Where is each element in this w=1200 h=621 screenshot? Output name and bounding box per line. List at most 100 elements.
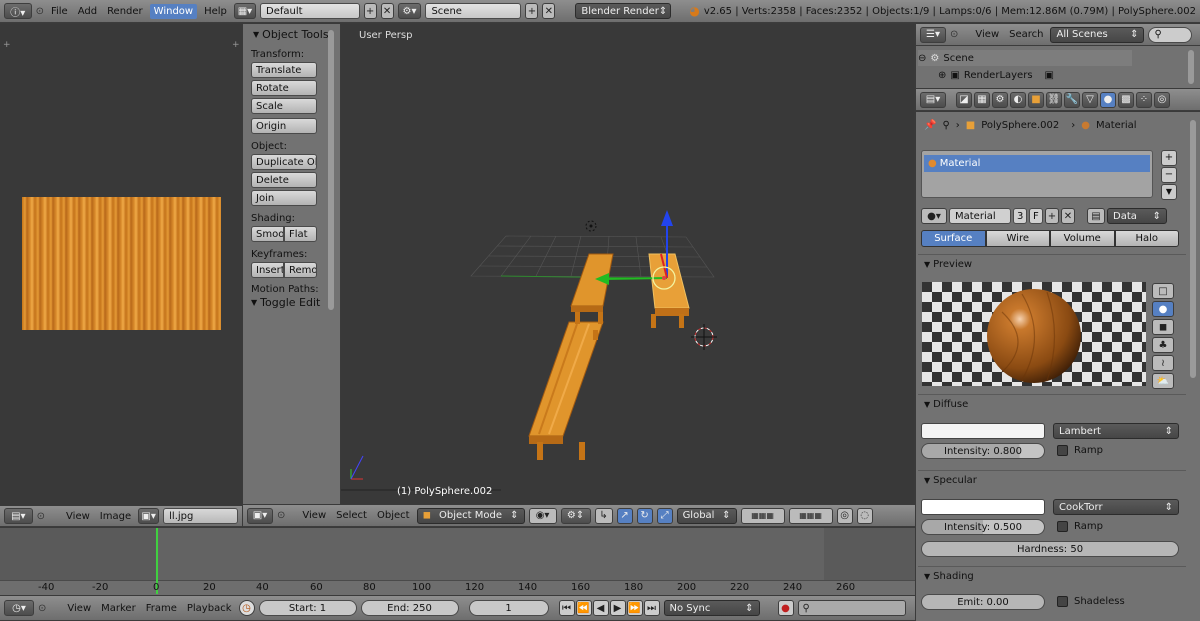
layers-grid-icon[interactable]: ▦▦▦ xyxy=(740,507,785,524)
layout-close-icon[interactable]: ✕ xyxy=(380,3,394,19)
scene-add-icon[interactable]: + xyxy=(525,3,539,19)
timeline-menu-view[interactable]: View xyxy=(64,603,94,614)
constraints-tab-icon[interactable]: ⛓ xyxy=(1046,91,1062,108)
remove-keyframe-button[interactable]: Remo xyxy=(284,262,317,278)
render-layer-icon[interactable]: ◎ xyxy=(836,507,853,524)
viewport-menu-view[interactable]: View xyxy=(299,510,329,521)
tab-volume[interactable]: Volume xyxy=(1050,230,1115,247)
breadcrumb-object[interactable]: PolySphere.002 xyxy=(981,120,1059,131)
material-users-count[interactable]: 3 xyxy=(1013,208,1027,224)
delete-button[interactable]: Delete xyxy=(251,172,317,188)
pin-icon[interactable]: 📌 xyxy=(924,120,936,131)
duplicate-button[interactable]: Duplicate Obj xyxy=(251,154,317,170)
expand-icon[interactable]: ⊖ xyxy=(918,53,926,64)
specular-ramp-checkbox[interactable]: Ramp xyxy=(1057,521,1103,532)
3d-viewport[interactable]: User Persp (1) PolySphere.002 xyxy=(341,24,914,504)
start-frame-field[interactable]: Start: 1 xyxy=(258,600,357,616)
slot-remove-button[interactable]: − xyxy=(1161,167,1177,183)
collapse-icon[interactable]: ⊙ xyxy=(36,6,44,17)
collapse-icon[interactable]: ⊙ xyxy=(38,603,46,614)
scale-button[interactable]: Scale xyxy=(251,98,317,114)
preview-sphere-icon[interactable]: ● xyxy=(1152,301,1174,317)
keying-set-icon[interactable]: ⚲ xyxy=(797,600,906,616)
specular-color-swatch[interactable] xyxy=(921,499,1045,515)
outliner-row-renderlayers[interactable]: ⊕ ▣ RenderLayers ▣ xyxy=(938,67,1132,83)
material-tab-icon[interactable]: ● xyxy=(1100,91,1116,108)
mode-select[interactable]: ◼ Object Mode ⇕ xyxy=(416,507,525,524)
particles-tab-icon[interactable]: ⁘ xyxy=(1136,91,1152,108)
scene-close-icon[interactable]: ✕ xyxy=(542,3,556,19)
specular-intensity-slider[interactable]: Intensity: 0.500 xyxy=(921,519,1045,535)
diffuse-ramp-checkbox[interactable]: Ramp xyxy=(1057,445,1103,456)
outliner-scrollbar[interactable] xyxy=(1188,50,1194,84)
menu-render[interactable]: Render xyxy=(104,6,146,17)
image-menu-view[interactable]: View xyxy=(63,511,93,522)
menu-window[interactable]: Window xyxy=(149,3,198,19)
collapse-icon[interactable]: ⊙ xyxy=(37,511,45,522)
layout-field[interactable]: Default xyxy=(260,3,360,19)
current-frame-field[interactable]: 1 xyxy=(468,600,549,616)
timeline-area[interactable]: -40 -20 0 20 40 60 80 100 120 140 160 18… xyxy=(0,528,915,595)
emit-field[interactable]: Emit: 0.00 xyxy=(921,594,1045,610)
translate-manipulator-icon[interactable]: ↗ xyxy=(616,507,633,524)
next-keyframe-icon[interactable]: ⏩ xyxy=(626,600,643,616)
editor-type-icon[interactable]: ◷▾ xyxy=(4,600,34,616)
render-layer-toggle-icon[interactable]: ▣ xyxy=(1045,70,1054,81)
image-menu-image[interactable]: Image xyxy=(97,511,134,522)
info-editor-icon[interactable]: ⓘ▾ xyxy=(4,3,32,19)
render-engine-select[interactable]: Blender Render ⇕ xyxy=(575,3,672,19)
material-name-field[interactable]: Material xyxy=(949,208,1011,224)
editor-type-icon[interactable]: ☰▾ xyxy=(920,26,946,43)
tab-surface[interactable]: Surface xyxy=(921,230,986,247)
scene-field[interactable]: Scene xyxy=(425,3,522,19)
record-icon[interactable]: ● xyxy=(777,600,794,616)
outliner-filter-select[interactable]: All Scenes ⇕ xyxy=(1050,26,1145,43)
physics-tab-icon[interactable]: ◎ xyxy=(1154,91,1170,108)
sync-select[interactable]: No Sync ⇕ xyxy=(663,600,760,616)
preview-hair-icon[interactable]: ≀ xyxy=(1152,355,1174,371)
translate-button[interactable]: Translate xyxy=(251,62,317,78)
tab-halo[interactable]: Halo xyxy=(1114,230,1179,247)
specular-shader-select[interactable]: CookTorr ⇕ xyxy=(1053,499,1179,515)
fake-user-button[interactable]: F xyxy=(1029,208,1043,224)
manipulator-toggle-icon[interactable]: ↳ xyxy=(594,507,613,524)
layout-icon[interactable]: ▦▾ xyxy=(233,3,256,19)
slot-add-button[interactable]: + xyxy=(1161,150,1177,166)
browse-material-icon[interactable]: ●▾ xyxy=(921,208,947,224)
link-select[interactable]: Data ⇕ xyxy=(1107,208,1167,224)
diffuse-color-swatch[interactable] xyxy=(921,423,1045,439)
outliner-search-input[interactable]: ⚲ xyxy=(1148,26,1193,43)
link-icon[interactable]: ▤ xyxy=(1087,208,1105,224)
jump-end-icon[interactable]: ⏭ xyxy=(643,600,660,616)
checkbox-box[interactable] xyxy=(1057,521,1068,532)
proportional-edit-icon[interactable]: ◌ xyxy=(856,507,873,524)
menu-help[interactable]: Help xyxy=(201,6,230,17)
preview-range-icon[interactable]: ◷ xyxy=(238,600,255,616)
editor-type-icon[interactable]: ▣▾ xyxy=(247,507,273,524)
layout-add-icon[interactable]: + xyxy=(363,3,377,19)
specular-header[interactable]: ▼ Specular xyxy=(924,475,1180,486)
slot-menu-button[interactable]: ▼ xyxy=(1161,184,1177,200)
unlink-material-icon[interactable]: ✕ xyxy=(1061,208,1075,224)
corner-plus-icon[interactable]: + xyxy=(3,40,11,50)
collapse-icon[interactable]: ⊙ xyxy=(950,29,958,40)
origin-button[interactable]: Origin xyxy=(251,118,317,134)
outliner-area[interactable]: ⊖ ⚙ Scene ⊕ ▣ RenderLayers ▣ xyxy=(916,46,1200,88)
shadeless-checkbox[interactable]: Shadeless xyxy=(1057,596,1125,607)
smooth-button[interactable]: Smoot xyxy=(251,226,284,242)
object-tab-icon[interactable]: ■ xyxy=(1028,91,1044,108)
world-tab-icon[interactable]: ◐ xyxy=(1010,91,1026,108)
diffuse-shader-select[interactable]: Lambert ⇕ xyxy=(1053,423,1179,439)
scene-icon[interactable]: ⚙▾ xyxy=(397,3,422,19)
layers-grid-icon-2[interactable]: ▦▦▦ xyxy=(788,507,833,524)
timeline-menu-playback[interactable]: Playback xyxy=(184,603,235,614)
viewport-menu-object[interactable]: Object xyxy=(374,510,413,521)
prev-keyframe-icon[interactable]: ⏪ xyxy=(575,600,592,616)
new-material-icon[interactable]: + xyxy=(1045,208,1059,224)
menu-add[interactable]: Add xyxy=(75,6,100,17)
texture-tab-icon[interactable]: ▩ xyxy=(1118,91,1134,108)
play-reverse-icon[interactable]: ◀ xyxy=(592,600,609,616)
preview-header[interactable]: ▼ Preview xyxy=(924,259,1180,270)
material-slot-list[interactable]: ● Material xyxy=(921,150,1153,198)
shading-mode-icon[interactable]: ◉▾ xyxy=(528,507,557,524)
